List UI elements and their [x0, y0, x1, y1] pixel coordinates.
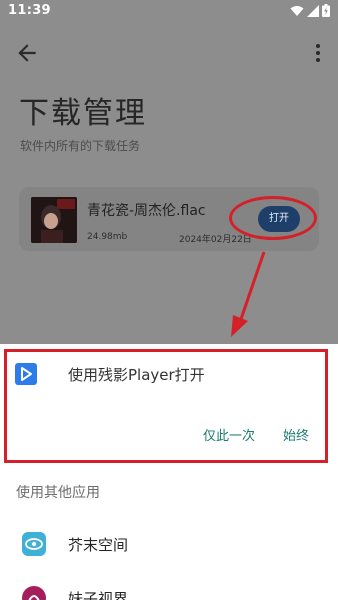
app-option-meizi-view[interactable]: 妹子视界 [0, 576, 338, 600]
just-once-button[interactable]: 仅此一次 [203, 425, 255, 444]
app-option-jiemo-space[interactable]: 芥末空间 [0, 522, 338, 566]
download-manager-page: 11:39 下载管理 软件内所有的下载任务 青花瓷-周杰伦.flac 24.98… [0, 0, 338, 344]
always-button[interactable]: 始终 [283, 425, 309, 444]
suggested-app-title: 使用残影Player打开 [68, 366, 205, 384]
app-chooser-sheet: 使用残影Player打开 仅此一次 始终 使用其他应用 芥末空间 妹子视界 [0, 344, 338, 600]
jiemo-space-icon [22, 532, 46, 556]
canying-player-icon [15, 363, 37, 385]
meizi-view-icon [22, 586, 46, 600]
app-option-label: 芥末空间 [68, 536, 129, 554]
other-apps-label: 使用其他应用 [16, 485, 100, 501]
annotation-arrow [231, 251, 266, 337]
screen: 11:39 下载管理 软件内所有的下载任务 青花瓷-周杰伦.flac 24.98… [0, 0, 338, 600]
app-option-label: 妹子视界 [68, 590, 129, 600]
